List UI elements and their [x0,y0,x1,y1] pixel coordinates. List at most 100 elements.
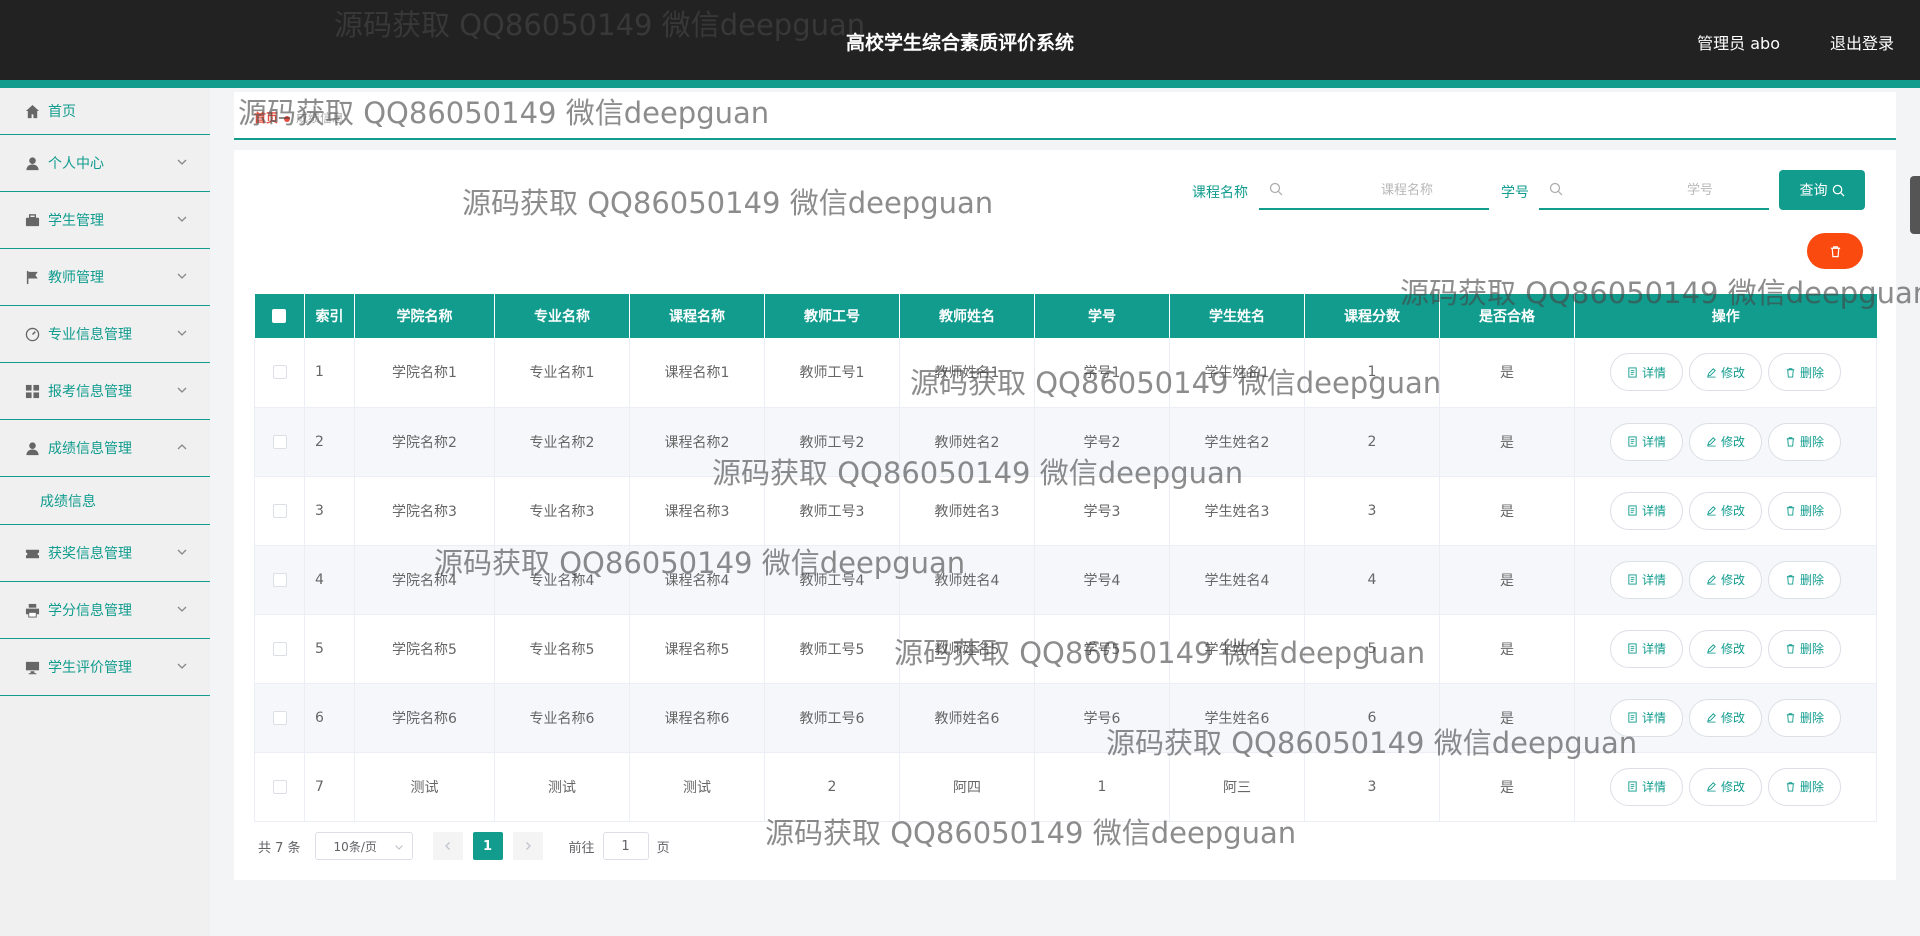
action-label: 修改 [1720,711,1745,725]
page-size-select[interactable]: 10条/页 [314,832,413,860]
sidebar-item-label: 首页 [48,104,76,120]
edit-button[interactable]: 修改 [1689,698,1762,737]
sidebar-item-label: 学分信息管理 [48,603,132,619]
pagination: 共 7 条 10条/页 1 前往 页 [258,832,670,860]
detail-button[interactable]: 详情 [1610,353,1683,392]
table-cell: 教师姓名4 [899,545,1035,615]
table-cell: 3 [1304,476,1440,546]
sidebar-item-score-info[interactable]: 成绩信息管理 [0,420,210,477]
table-cell: 学生姓名6 [1169,683,1305,753]
table-cell: 专业名称3 [494,476,630,546]
detail-button[interactable]: 详情 [1610,698,1683,737]
delete-button[interactable]: 删除 [1768,491,1841,530]
row-checkbox[interactable] [272,641,287,656]
sidebar-item-major-info[interactable]: 专业信息管理 [0,306,210,363]
row-select-cell [254,338,305,408]
goto-page-input[interactable] [602,832,649,860]
goto-suffix: 页 [656,840,670,856]
delete-button[interactable]: 删除 [1768,629,1841,668]
row-checkbox[interactable] [272,434,287,449]
chevron-left-icon [444,842,450,850]
sidebar-item-award-info[interactable]: 获奖信息管理 [0,525,210,582]
edit-icon [1707,782,1716,792]
trash-icon [1830,245,1840,257]
detail-button[interactable]: 详情 [1610,491,1683,530]
logout-link[interactable]: 退出登录 [1830,30,1894,54]
sidebar-item-home[interactable]: 首页 [0,88,210,135]
select-all-checkbox[interactable] [272,309,287,323]
delete-button[interactable]: 删除 [1768,698,1841,737]
delete-button[interactable]: 删除 [1768,560,1841,599]
table-cell: 教师姓名3 [899,476,1035,546]
table-cell: 学生姓名4 [1169,545,1305,615]
edit-icon [1707,506,1716,516]
table-cell: 教师姓名6 [899,683,1035,753]
edit-button[interactable]: 修改 [1689,629,1762,668]
user-icon [24,155,40,171]
edit-button[interactable]: 修改 [1689,767,1762,806]
next-page-button[interactable] [512,832,543,860]
row-checkbox[interactable] [272,779,287,794]
edit-button[interactable]: 修改 [1689,560,1762,599]
detail-button[interactable]: 详情 [1610,560,1683,599]
table-cell: 学院名称3 [354,476,495,546]
sidebar-item-exam-info[interactable]: 报考信息管理 [0,363,210,420]
row-checkbox[interactable] [272,572,287,587]
delete-button[interactable]: 删除 [1768,422,1841,461]
page-number[interactable]: 1 [472,832,503,860]
column-header: 索引 [304,294,355,338]
document-icon [1628,367,1637,378]
sidebar-item-teachers[interactable]: 教师管理 [0,249,210,306]
trash-icon [1786,575,1795,585]
detail-button[interactable]: 详情 [1610,629,1683,668]
table-cell: 1 [1304,338,1440,408]
table-cell: 是 [1439,476,1575,546]
table-cell: 4 [304,545,355,615]
ticket-icon [24,545,40,561]
grid-icon [24,383,40,399]
table-cell: 课程名称3 [629,476,765,546]
side-scroll-handle[interactable] [1910,176,1920,234]
student-no-input[interactable] [1569,178,1739,202]
row-checkbox[interactable] [272,365,287,380]
table-cell: 学号5 [1034,614,1170,684]
breadcrumb-home[interactable]: 首页 [254,111,278,125]
action-label: 详情 [1641,573,1666,587]
row-checkbox[interactable] [272,503,287,518]
table-cell: 学生姓名2 [1169,407,1305,477]
delete-button[interactable]: 删除 [1768,353,1841,392]
edit-icon [1707,437,1716,447]
sidebar-item-personal-center[interactable]: 个人中心 [0,135,210,192]
sidebar-subitem-score[interactable]: 成绩信息 [0,477,210,525]
edit-button[interactable]: 修改 [1689,491,1762,530]
trash-icon [1786,367,1795,378]
breadcrumb: 首页 成绩信息 [254,109,344,126]
main-content: 课程名称 学号 查询 索引 学院名称 专业名称 课程名称 教师 [234,150,1896,880]
edit-icon [1707,644,1716,654]
row-checkbox[interactable] [272,710,287,725]
row-select-cell [254,614,305,684]
batch-delete-button[interactable] [1807,233,1863,269]
sidebar-item-credit-info[interactable]: 学分信息管理 [0,582,210,639]
table-cell: 是 [1439,614,1575,684]
column-header: 课程分数 [1304,294,1440,338]
table-cell: 阿三 [1169,752,1305,822]
detail-button[interactable]: 详情 [1610,422,1683,461]
table-cell: 教师工号1 [764,338,900,408]
sidebar-item-evaluation[interactable]: 学生评价管理 [0,639,210,696]
edit-button[interactable]: 修改 [1689,422,1762,461]
chevron-down-icon [177,159,187,165]
table-cell: 2 [1304,407,1440,477]
prev-page-button[interactable] [432,832,463,860]
action-label: 修改 [1720,573,1745,587]
query-button[interactable]: 查询 [1779,170,1865,210]
chevron-down-icon [177,330,187,336]
course-name-input[interactable] [1289,178,1459,202]
detail-button[interactable]: 详情 [1610,767,1683,806]
sidebar-item-students[interactable]: 学生管理 [0,192,210,249]
edit-button[interactable]: 修改 [1689,353,1762,392]
action-label: 详情 [1641,504,1666,518]
column-header: 课程名称 [629,294,765,338]
delete-button[interactable]: 删除 [1768,767,1841,806]
table-cell: 专业名称5 [494,614,630,684]
